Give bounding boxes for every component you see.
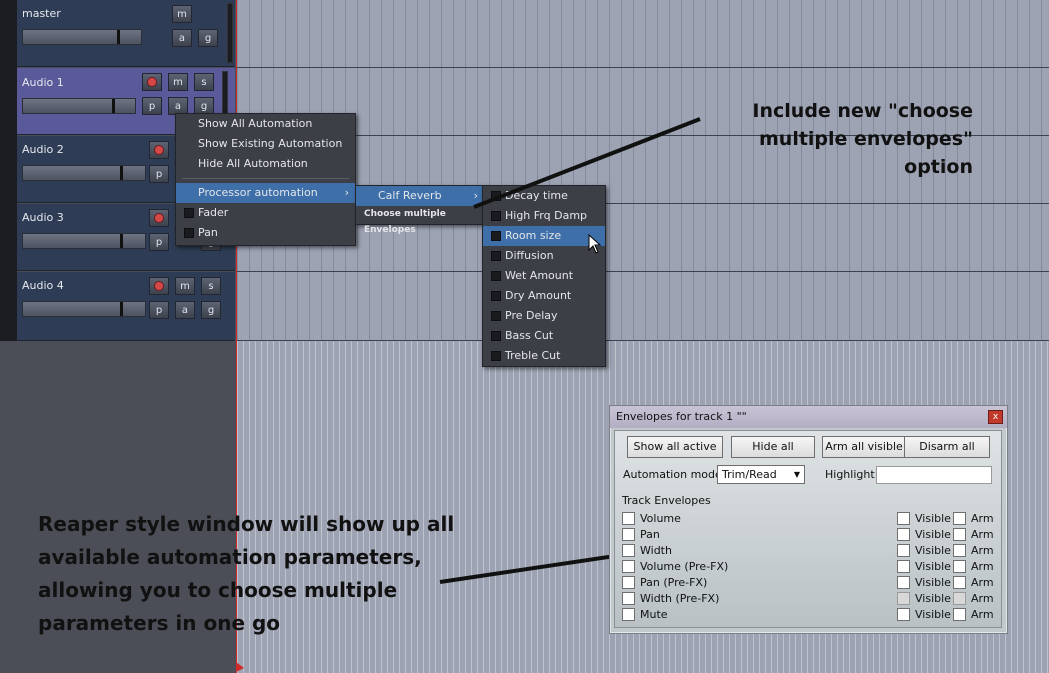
envelope-label: Pan (Pre-FX) (640, 576, 708, 589)
arm-label: Arm (971, 560, 994, 573)
arm-checkbox[interactable] (953, 592, 966, 605)
select-value: Trim/Read (722, 468, 777, 481)
arm-checkbox[interactable] (953, 576, 966, 589)
track-envelopes-label: Track Envelopes (622, 494, 711, 507)
visible-checkbox[interactable] (897, 576, 910, 589)
visible-label: Visible (915, 528, 951, 541)
envelope-label: Pan (640, 528, 660, 541)
show-all-active-button[interactable]: Show all active (627, 436, 723, 458)
envelopes-dialog: Envelopes for track 1 "" x Show all acti… (609, 405, 1008, 634)
arm-checkbox[interactable] (953, 528, 966, 541)
envelope-label: Width (640, 544, 672, 557)
automation-mode-label: Automation mode: (623, 468, 726, 481)
arm-all-visible-button[interactable]: Arm all visible (822, 436, 906, 458)
envelope-label: Volume (640, 512, 681, 525)
dialog-title[interactable]: Envelopes for track 1 "" (610, 406, 1007, 428)
highlight-input[interactable] (876, 466, 992, 484)
visible-checkbox[interactable] (897, 592, 910, 605)
visible-checkbox[interactable] (897, 544, 910, 557)
visible-checkbox[interactable] (897, 560, 910, 573)
arm-label: Arm (971, 608, 994, 621)
visible-label: Visible (915, 544, 951, 557)
arm-checkbox[interactable] (953, 608, 966, 621)
visible-label: Visible (915, 512, 951, 525)
annotation-line: Reaper style window will show up all (38, 512, 455, 536)
dialog-body: Show all active Hide all Arm all visible… (614, 430, 1002, 628)
visible-checkbox[interactable] (897, 528, 910, 541)
annotation-top: Include new "choose multiple envelopes" … (695, 97, 973, 181)
envelope-checkbox[interactable] (622, 544, 635, 557)
chevron-down-icon: ▼ (793, 470, 800, 479)
envelope-checkbox[interactable] (622, 560, 635, 573)
annotation-line: available automation parameters, (38, 545, 422, 569)
arm-checkbox[interactable] (953, 544, 966, 557)
envelope-label: Volume (Pre-FX) (640, 560, 729, 573)
arm-label: Arm (971, 592, 994, 605)
visible-label: Visible (915, 592, 951, 605)
visible-checkbox[interactable] (897, 512, 910, 525)
arm-checkbox[interactable] (953, 560, 966, 573)
hide-all-button[interactable]: Hide all (731, 436, 815, 458)
disarm-all-button[interactable]: Disarm all (904, 436, 990, 458)
envelope-checkbox[interactable] (622, 608, 635, 621)
annotation-line: multiple envelopes" option (759, 128, 973, 178)
visible-checkbox[interactable] (897, 608, 910, 621)
annotation-line: parameters in one go (38, 611, 281, 635)
envelope-checkbox[interactable] (622, 512, 635, 525)
envelope-label: Width (Pre-FX) (640, 592, 720, 605)
envelope-checkbox[interactable] (622, 576, 635, 589)
envelope-label: Mute (640, 608, 668, 621)
automation-mode-select[interactable]: Trim/Read ▼ (717, 465, 805, 484)
annotation-bottom: Reaper style window will show up all ava… (38, 508, 454, 640)
visible-label: Visible (915, 560, 951, 573)
close-icon[interactable]: x (988, 410, 1003, 424)
highlight-label: Highlight: (825, 468, 879, 481)
envelope-checkbox[interactable] (622, 592, 635, 605)
annotation-line: Include new "choose (752, 100, 973, 122)
envelope-checkbox[interactable] (622, 528, 635, 541)
arm-checkbox[interactable] (953, 512, 966, 525)
arm-label: Arm (971, 576, 994, 589)
arm-label: Arm (971, 528, 994, 541)
annotation-line: allowing you to choose multiple (38, 578, 398, 602)
arm-label: Arm (971, 544, 994, 557)
visible-label: Visible (915, 608, 951, 621)
arm-label: Arm (971, 512, 994, 525)
visible-label: Visible (915, 576, 951, 589)
